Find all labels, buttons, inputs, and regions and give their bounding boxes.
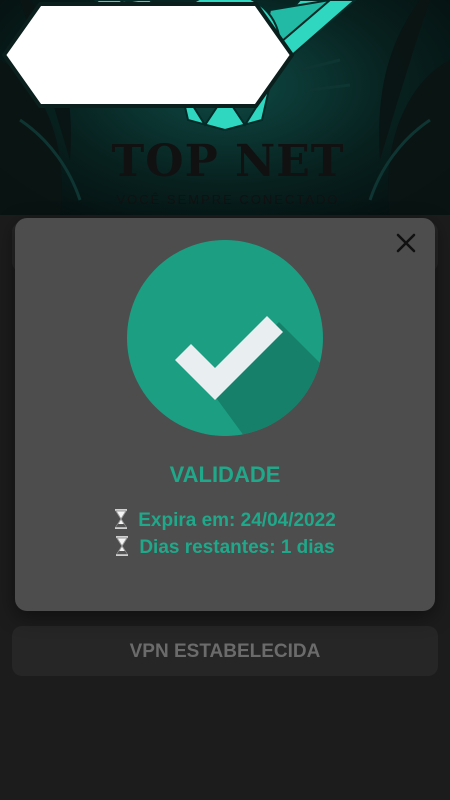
hourglass-icon: [115, 509, 128, 529]
check-circle-icon: [127, 240, 323, 436]
days-left-line: Dias restantes: 1 dias: [15, 536, 435, 559]
vpn-status-button[interactable]: VPN ESTABELECIDA: [12, 626, 438, 676]
logo-subtitle: VOCÊ SEMPRE CONECTADO: [116, 192, 340, 207]
hourglass-icon: [116, 536, 129, 556]
logo-title: TOP NET: [111, 136, 345, 187]
logo-plate: [2, 2, 294, 108]
expiration-text: Expira em: 24/04/2022: [138, 510, 336, 531]
header-banner: TOP NET VOCÊ SEMPRE CONECTADO: [0, 0, 450, 215]
close-icon[interactable]: [393, 230, 419, 256]
app-screen: TOP NET VOCÊ SEMPRE CONECTADO VPN ESTABE…: [0, 0, 450, 800]
days-left-text: Dias restantes: 1 dias: [139, 537, 335, 558]
dialog-title: VALIDADE: [169, 462, 281, 487]
validity-dialog: VALIDADE Expira em: 24/04/2022 Dias rest…: [15, 218, 435, 611]
expiration-line: Expira em: 24/04/2022: [15, 509, 435, 532]
